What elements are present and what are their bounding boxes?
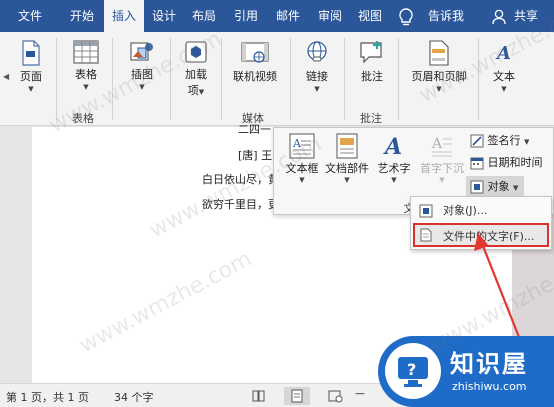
read-mode-icon xyxy=(252,390,265,402)
web-layout-icon xyxy=(328,390,343,403)
print-layout-icon xyxy=(291,389,303,403)
svg-text:?: ? xyxy=(407,360,416,379)
badge-site-name: 知识屋 xyxy=(450,350,528,378)
word-count[interactable]: 34 个字 xyxy=(114,389,154,405)
zoom-out-button[interactable]: − xyxy=(354,386,366,402)
print-layout-button[interactable] xyxy=(284,387,310,405)
site-badge: ? 知识屋 zhishiwu.com xyxy=(378,336,554,407)
badge-site-domain: zhishiwu.com xyxy=(452,380,527,393)
read-mode-button[interactable] xyxy=(246,387,272,405)
web-layout-button[interactable] xyxy=(322,387,348,405)
page-count[interactable]: 第 1 页，共 1 页 xyxy=(6,389,89,405)
